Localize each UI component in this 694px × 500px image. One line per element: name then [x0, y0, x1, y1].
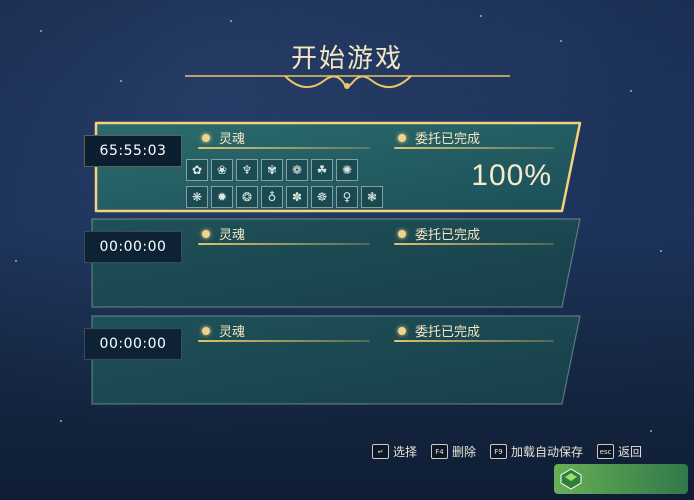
soul-icon: ♆: [236, 159, 258, 181]
bullet-dot-icon: [202, 229, 210, 238]
commissions-label: 委托已完成: [398, 321, 480, 340]
hint-back[interactable]: esc 返回: [597, 443, 642, 460]
f9-key-icon: F9: [490, 444, 508, 459]
souls-label: 灵魂: [202, 224, 245, 243]
soul-icon: ❃: [361, 186, 383, 208]
underline: [394, 147, 554, 149]
underline: [198, 340, 370, 342]
playtime: 65:55:03: [84, 135, 182, 167]
bullet-dot-icon: [398, 326, 406, 335]
bullet-dot-icon: [398, 229, 406, 238]
soul-icon: ✺: [336, 159, 358, 181]
watermark-logo-icon: [560, 468, 582, 490]
underline: [394, 243, 554, 245]
save-slot-3[interactable]: 00:00:00 灵魂 委托已完成: [84, 314, 582, 406]
title-ornament: [185, 75, 510, 89]
soul-icon: ✹: [211, 186, 233, 208]
key-hints: ↵ 选择 F4 删除 F9 加载自动保存 esc 返回: [372, 443, 642, 460]
soul-icon: ☸: [311, 186, 333, 208]
completion-percent: 100%: [471, 159, 552, 192]
soul-icon: ❁: [286, 159, 308, 181]
soul-icon: ✾: [261, 159, 283, 181]
commissions-label: 委托已完成: [398, 224, 480, 243]
f4-key-icon: F4: [431, 444, 449, 459]
save-slot-1[interactable]: 65:55:03 灵魂 委托已完成 ✿ ❀ ♆ ✾ ❁ ☘ ✺ ❋ ✹ ❂ ♁ …: [84, 121, 582, 213]
underline: [198, 243, 370, 245]
soul-icon: ♁: [261, 186, 283, 208]
site-watermark: [554, 464, 688, 494]
bullet-dot-icon: [202, 326, 210, 335]
commissions-label: 委托已完成: [398, 128, 480, 147]
bullet-dot-icon: [398, 133, 406, 142]
souls-label: 灵魂: [202, 128, 245, 147]
hint-load-autosave[interactable]: F9 加载自动保存: [490, 443, 583, 460]
soul-icon: ♀: [336, 186, 358, 208]
soul-icon-grid: ✿ ❀ ♆ ✾ ❁ ☘ ✺ ❋ ✹ ❂ ♁ ✽ ☸ ♀ ❃: [186, 159, 383, 208]
soul-icon: ✽: [286, 186, 308, 208]
bullet-dot-icon: [202, 133, 210, 142]
enter-key-icon: ↵: [372, 444, 389, 459]
hint-delete[interactable]: F4 删除: [431, 443, 476, 460]
playtime: 00:00:00: [84, 231, 182, 263]
esc-key-icon: esc: [597, 444, 615, 459]
soul-icon: ✿: [186, 159, 208, 181]
souls-label: 灵魂: [202, 321, 245, 340]
soul-icon: ☘: [311, 159, 333, 181]
playtime: 00:00:00: [84, 328, 182, 360]
hint-select[interactable]: ↵ 选择: [372, 443, 417, 460]
soul-icon: ❂: [236, 186, 258, 208]
soul-icon: ❋: [186, 186, 208, 208]
underline: [394, 340, 554, 342]
underline: [198, 147, 370, 149]
soul-icon: ❀: [211, 159, 233, 181]
save-slot-2[interactable]: 00:00:00 灵魂 委托已完成: [84, 217, 582, 309]
